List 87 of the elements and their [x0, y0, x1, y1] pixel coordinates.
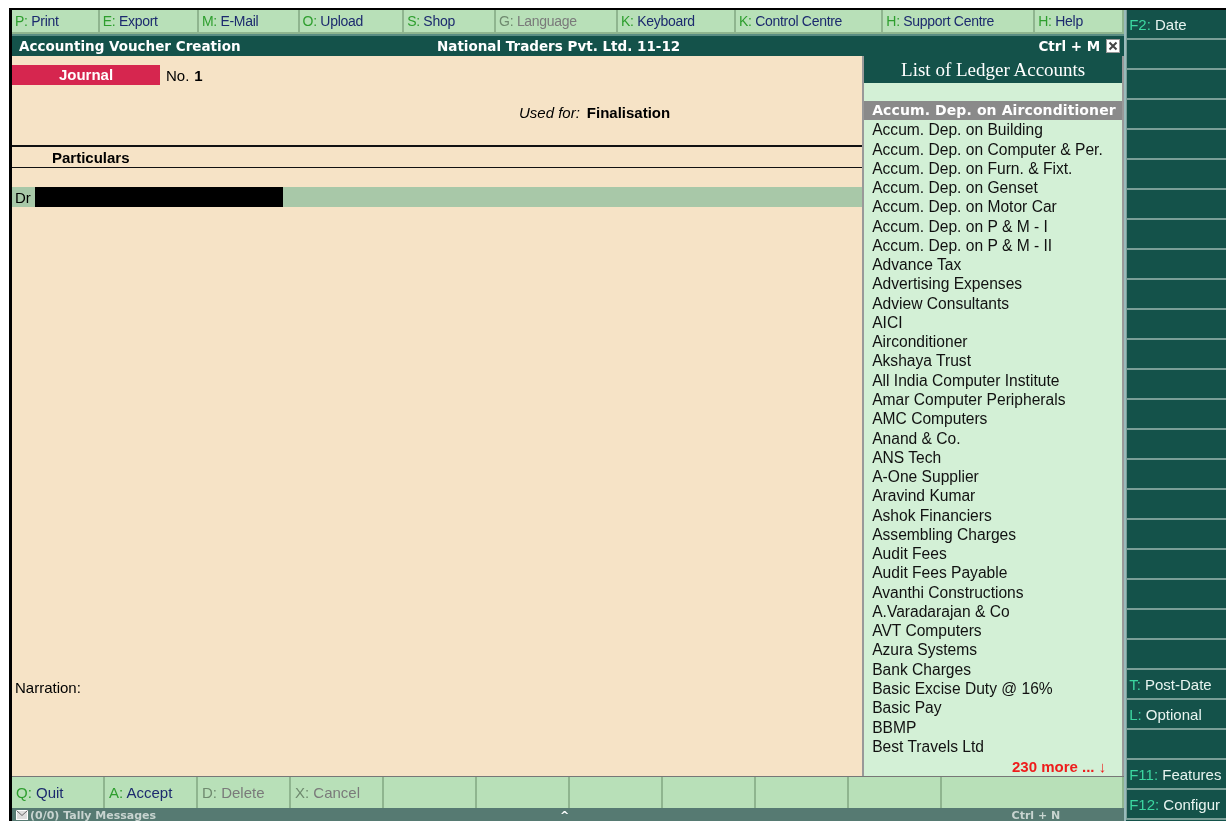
list-item[interactable]: Basic Excise Duty @ 16% — [864, 678, 1123, 699]
list-item[interactable]: Basic Pay — [864, 698, 1123, 718]
menu-item[interactable]: H: Help — [1035, 10, 1125, 34]
empty-button[interactable] — [1126, 70, 1226, 100]
empty-button[interactable] — [1126, 100, 1226, 130]
voucher-number: 1 — [194, 66, 203, 84]
list-item[interactable]: Airconditioner — [864, 332, 1123, 352]
list-item[interactable]: Aravind Kumar — [864, 486, 1123, 506]
close-icon[interactable] — [1106, 39, 1121, 53]
list-item[interactable]: Accum. Dep. on Building — [864, 120, 1123, 140]
empty-button[interactable] — [1126, 460, 1226, 490]
side-button[interactable]: L: Optional — [1126, 700, 1226, 730]
empty-button[interactable] — [1126, 130, 1226, 160]
entry-side: Dr — [14, 188, 32, 206]
list-item[interactable]: A-One Supplier — [864, 467, 1123, 487]
list-item[interactable]: Accum. Dep. on Motor Car — [864, 197, 1123, 217]
list-item[interactable]: Adview Consultants — [864, 293, 1123, 313]
envelope-icon[interactable] — [16, 810, 28, 820]
side-button[interactable]: F12: Configur — [1126, 790, 1226, 820]
list-title: List of Ledger Accounts — [864, 56, 1123, 83]
list-item[interactable]: Assembling Charges — [864, 524, 1123, 545]
list-item[interactable]: Advance Tax — [864, 255, 1123, 275]
more-link[interactable]: 230 more ... ↓ — [1011, 758, 1107, 776]
menu-item[interactable]: H: Support Centre — [883, 10, 1036, 34]
narration-label: Narration: — [15, 679, 81, 696]
list-item[interactable]: ANS Tech — [864, 447, 1123, 468]
list-item[interactable]: AVT Computers — [864, 621, 1123, 641]
menu-item[interactable]: E: Export — [99, 10, 199, 34]
list-item[interactable]: Avanthi Constructions — [864, 582, 1123, 602]
shortcut-label: Ctrl + M — [1038, 38, 1101, 54]
empty-button[interactable] — [1126, 430, 1226, 460]
list-item[interactable]: AICI — [864, 312, 1123, 333]
input-field[interactable] — [34, 187, 283, 207]
side-button[interactable]: T: Post-Date — [1126, 670, 1226, 700]
list-item[interactable]: Bank Charges — [864, 659, 1123, 679]
list-item[interactable]: BBMP — [864, 717, 1123, 737]
list-item[interactable]: Azura Systems — [864, 640, 1123, 660]
shortcut-label: Ctrl + N — [1011, 808, 1061, 821]
menu-item[interactable]: O: Upload — [299, 10, 405, 34]
empty-button[interactable] — [1126, 730, 1226, 760]
empty-button[interactable] — [1126, 160, 1226, 190]
window-title: Accounting Voucher Creation — [19, 38, 242, 54]
company-name: National Traders Pvt. Ltd. 11-12 — [437, 38, 682, 54]
list-item[interactable]: Anand & Co. — [864, 428, 1123, 448]
side-button[interactable]: F11: Features — [1126, 760, 1226, 790]
list-item[interactable]: Accum. Dep. on Genset — [864, 178, 1123, 198]
menu-item[interactable]: K: Keyboard — [618, 10, 736, 34]
list-item[interactable]: Accum. Dep. on P & M - II — [864, 235, 1123, 256]
empty-button[interactable] — [1126, 40, 1226, 70]
empty-button[interactable] — [1126, 280, 1226, 310]
list-item[interactable]: AMC Computers — [864, 409, 1123, 429]
empty-button[interactable] — [1126, 190, 1226, 220]
list-item[interactable]: Amar Computer Peripherals — [864, 390, 1123, 410]
side-button[interactable]: F2: Date — [1126, 10, 1226, 40]
empty-button[interactable] — [1126, 310, 1226, 340]
used-for-value: Finalisation — [586, 104, 671, 121]
list-item[interactable]: Audit Fees — [864, 544, 1123, 564]
list-item[interactable]: Accum. Dep. on Computer & Per. — [864, 139, 1123, 159]
empty-button[interactable] — [1126, 340, 1226, 370]
list-item[interactable]: All India Computer Institute — [864, 370, 1123, 390]
menu-item[interactable]: K: Control Centre — [736, 10, 884, 34]
voucher-type: Journal — [12, 65, 160, 85]
empty-button[interactable] — [1126, 550, 1226, 580]
list-item[interactable]: Advertising Expenses — [864, 274, 1123, 294]
list-item[interactable]: Ashok Financiers — [864, 505, 1123, 525]
empty-button[interactable] — [1126, 520, 1226, 550]
voucher-number-label: No. — [166, 66, 190, 84]
list-item[interactable]: Akshaya Trust — [864, 351, 1123, 371]
menu-item[interactable]: M: E-Mail — [198, 10, 300, 34]
empty-button[interactable] — [1126, 580, 1226, 610]
column-heading: Particulars — [52, 148, 130, 166]
list-item[interactable]: Audit Fees Payable — [864, 563, 1123, 583]
menu-item[interactable]: P: Print — [12, 10, 100, 34]
empty-button[interactable] — [1126, 250, 1226, 280]
list-item[interactable]: A.Varadarajan & Co — [864, 601, 1123, 622]
empty-button[interactable] — [1126, 490, 1226, 520]
list-item[interactable]: Best Travels Ltd — [864, 736, 1123, 757]
empty-button[interactable] — [1126, 640, 1226, 670]
menu-item[interactable]: S: Shop — [404, 10, 497, 34]
empty-button[interactable] — [1126, 610, 1226, 640]
used-for-label: Used for: — [518, 104, 580, 121]
list-item[interactable]: Accum. Dep. on Furn. & Fixt. — [864, 158, 1123, 179]
empty-button[interactable] — [1126, 400, 1226, 430]
list-item[interactable]: Accum. Dep. on P & M - I — [864, 216, 1123, 236]
empty-button[interactable] — [1126, 220, 1226, 250]
caret-icon[interactable]: ^ — [560, 808, 570, 821]
empty-button[interactable] — [1126, 370, 1226, 400]
